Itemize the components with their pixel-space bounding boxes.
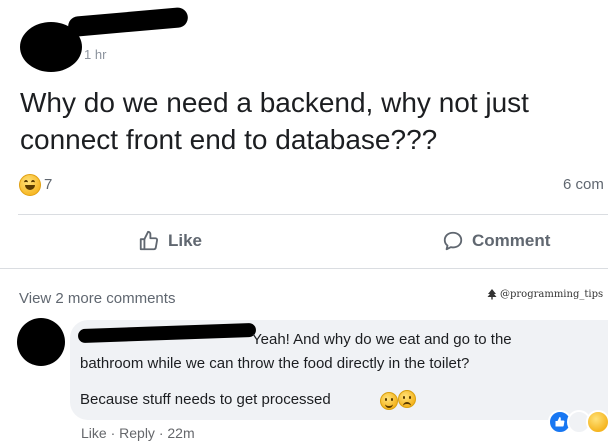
comment-like-link[interactable]: Like xyxy=(81,425,107,441)
comment-text-line-3: Because stuff needs to get processed xyxy=(80,391,331,408)
comment-button[interactable]: Comment xyxy=(442,228,550,254)
comment-timestamp[interactable]: 22m xyxy=(167,425,194,441)
separator: · xyxy=(154,425,168,441)
commenter-avatar[interactable] xyxy=(17,318,65,366)
like-button[interactable]: Like xyxy=(138,228,202,254)
post-text-line-2: connect front end to database??? xyxy=(20,124,438,155)
haha-emoji-icon[interactable] xyxy=(19,174,41,196)
comment-reactions[interactable] xyxy=(548,410,608,434)
haha-reaction-icon xyxy=(586,410,608,434)
comment-reply-link[interactable]: Reply xyxy=(119,425,155,441)
reaction-count[interactable]: 7 xyxy=(44,176,52,193)
smile-emoji-icon xyxy=(380,392,398,410)
post-timestamp[interactable]: 1 hr xyxy=(84,47,106,62)
watermark: @programming_tips xyxy=(486,288,603,300)
divider xyxy=(18,214,608,215)
post-author-name-redaction xyxy=(67,6,189,38)
like-button-label: Like xyxy=(168,231,203,250)
post-text-line-1: Why do we need a backend, why not just xyxy=(20,87,529,118)
separator: · xyxy=(106,425,120,441)
speech-bubble-icon xyxy=(443,231,463,251)
divider xyxy=(0,268,608,269)
thumbs-up-icon xyxy=(139,230,159,251)
comment-text-line-1: Yeah! And why do we eat and go to the xyxy=(252,331,512,348)
post-text: Why do we need a backend, why not just c… xyxy=(20,84,608,158)
comment-count[interactable]: 6 com xyxy=(563,176,604,193)
comment-actions: Like · Reply · 22m xyxy=(81,425,195,441)
tree-logo-icon xyxy=(487,289,497,300)
comment-text-line-2: bathroom while we can throw the food dir… xyxy=(80,355,470,372)
worried-emoji-icon xyxy=(398,390,416,408)
view-more-comments-link[interactable]: View 2 more comments xyxy=(19,290,175,307)
watermark-text: @programming_tips xyxy=(500,288,604,300)
comment-button-label: Comment xyxy=(472,231,551,250)
